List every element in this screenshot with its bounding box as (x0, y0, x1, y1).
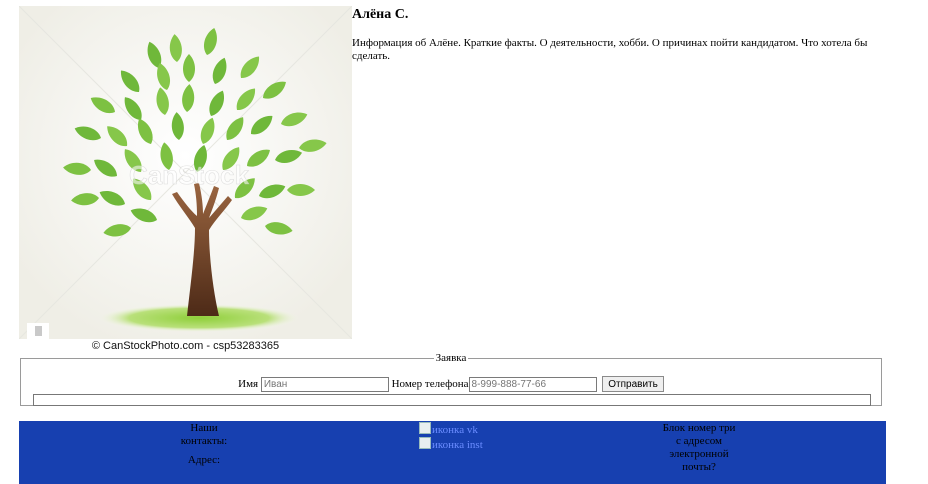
name-label: Имя (238, 378, 259, 390)
footer-contacts: Наши контакты: Адрес: иконка vk иконка i… (19, 421, 886, 484)
candidate-profile: Алёна С. Информация об Алёне. Краткие фа… (352, 6, 872, 63)
inst-link[interactable]: иконка inst (419, 437, 489, 452)
candidate-name: Алёна С. (352, 7, 409, 22)
tree-illustration: CanStock (19, 6, 352, 339)
request-form: Заявка Имя Номер телефона Отправить (20, 352, 882, 406)
submit-button[interactable]: Отправить (602, 376, 664, 392)
photo-credit: © CanStockPhoto.com - csp53283365 (91, 340, 280, 352)
candidate-photo: CanStock (19, 6, 352, 339)
vk-link[interactable]: иконка vk (419, 422, 489, 437)
footer-social-block: иконка vk иконка inst (419, 422, 489, 452)
inst-icon: иконка inst (432, 439, 483, 451)
request-form-legend: Заявка (435, 352, 467, 364)
phone-input[interactable] (468, 376, 597, 392)
address-label: Адрес: (187, 454, 221, 466)
phone-label: Номер телефона (391, 378, 469, 390)
vk-icon: иконка vk (432, 424, 478, 436)
footer-contacts-block: Наши контакты: Адрес: (169, 422, 239, 467)
candidate-bio: Информация об Алёне. Краткие факты. О де… (352, 37, 868, 62)
name-input[interactable] (260, 376, 389, 392)
footer-email-block: Блок номер три с адресом электронной поч… (662, 422, 736, 473)
form-result-box (33, 394, 871, 406)
broken-image-icon (419, 437, 431, 449)
request-form-row: Имя Номер телефона Отправить (21, 376, 881, 392)
broken-image-icon (419, 422, 431, 434)
watermark-text: CanStock (129, 160, 249, 190)
contacts-title: Наши контакты: (180, 422, 228, 447)
bookmark-icon[interactable] (27, 323, 49, 341)
